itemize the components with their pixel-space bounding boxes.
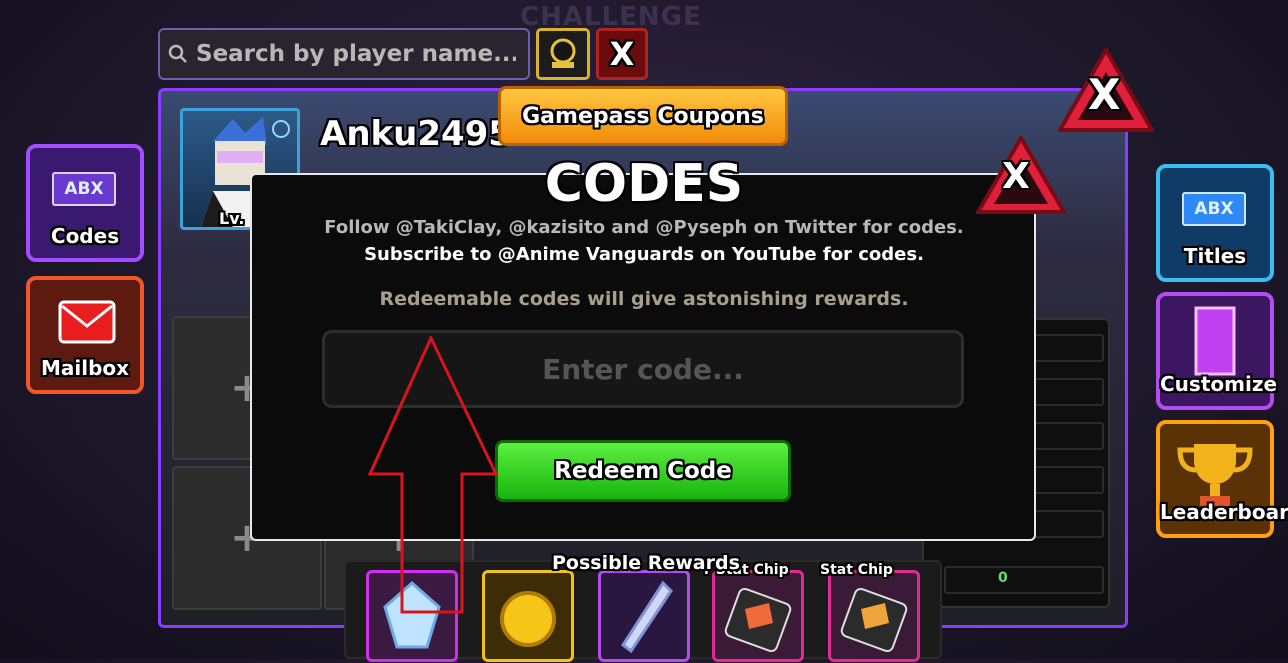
customize-button-label: Customize — [1160, 372, 1278, 396]
trophy-icon — [1177, 444, 1253, 506]
close-icon: X — [1002, 156, 1030, 197]
info-rewards: Redeemable codes will give astonishing r… — [379, 288, 909, 310]
close-icon: X — [1088, 70, 1121, 119]
close-leaderboard-button[interactable]: X — [1056, 45, 1156, 134]
close-codes-button[interactable]: X — [974, 134, 1068, 216]
door-icon — [1194, 306, 1236, 376]
possible-rewards-title: Possible Rewards — [552, 552, 740, 574]
stat-chip-icon — [840, 587, 908, 653]
player-search-bar[interactable] — [158, 28, 530, 80]
player-name: Anku2495 — [320, 114, 512, 154]
reward-label: Stat Chip — [820, 562, 893, 578]
search-icon — [168, 44, 187, 63]
stat-chip-icon — [724, 587, 792, 653]
info-youtube: Subscribe to @Anime Vanguards on YouTube… — [364, 244, 924, 265]
close-search-button[interactable]: X — [596, 28, 648, 80]
close-icon: X — [609, 35, 635, 73]
player-search-input[interactable] — [194, 40, 518, 68]
leaderboard-button-label: Leaderboard — [1160, 500, 1288, 524]
mailbox-button-label: Mailbox — [40, 356, 130, 380]
gamepass-coupons-button[interactable]: Gamepass Coupons — [498, 86, 788, 146]
crystal-ball-button[interactable] — [536, 28, 590, 80]
reward-shard[interactable] — [598, 570, 690, 662]
redeem-code-button[interactable]: Redeem Code — [495, 440, 791, 502]
leaderboard-button[interactable]: Leaderboard — [1156, 420, 1288, 538]
annotation-arrow-icon — [368, 336, 498, 614]
shard-icon — [620, 580, 673, 654]
reward-stat-chip[interactable] — [712, 570, 804, 662]
stat-row — [944, 566, 1104, 594]
reward-stat-chip[interactable] — [828, 570, 920, 662]
stat-value: 0 — [998, 570, 1008, 586]
info-twitter: Follow @TakiClay, @kazisito and @Pyseph … — [324, 217, 964, 238]
codes-title: CODES — [544, 154, 744, 214]
crystal-ball-icon — [550, 38, 576, 68]
